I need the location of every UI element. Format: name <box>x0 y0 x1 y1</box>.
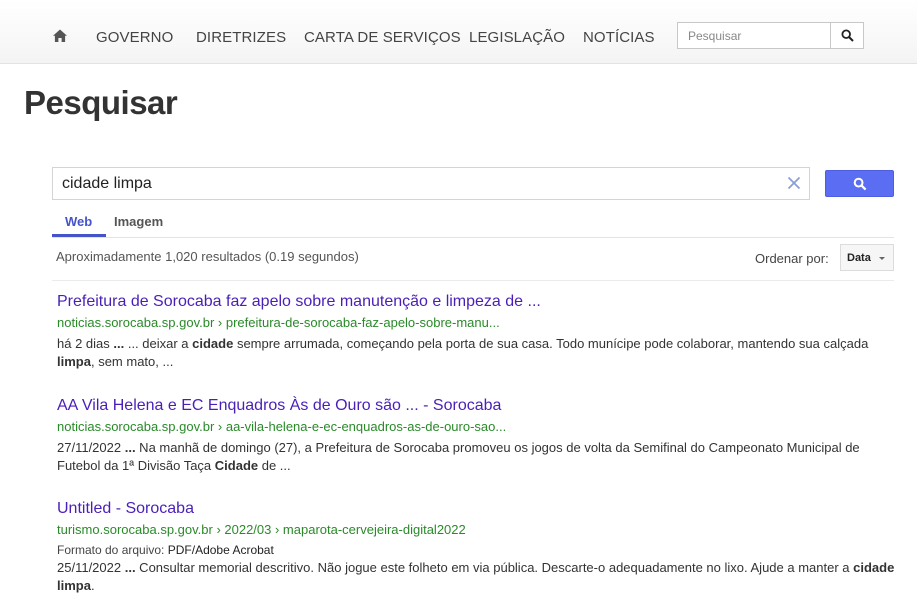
header-search <box>677 22 864 49</box>
search-box <box>52 167 810 200</box>
snippet-text: . <box>90 578 95 593</box>
snippet-highlight: cidade <box>192 336 234 351</box>
nav-noticias[interactable]: NOTÍCIAS <box>583 29 655 46</box>
snippet-text: ... deixar a <box>124 336 193 351</box>
snippet-highlight: ... <box>124 560 136 575</box>
search-input[interactable] <box>53 168 773 199</box>
file-format-label: Formato do arquivo: <box>57 543 165 557</box>
snippet-text: sempre arrumada, começando pela porta de… <box>233 336 869 351</box>
snippet-text: 25/11/2022 <box>57 560 125 575</box>
snippet-highlight: ... <box>113 336 125 351</box>
results-info: Aproximadamente 1,020 resultados (0.19 s… <box>56 249 359 264</box>
snippet-text: 27/11/2022 <box>57 440 125 455</box>
search-result: Prefeitura de Sorocaba faz apelo sobre m… <box>57 293 897 371</box>
sort-value: Data <box>847 252 871 264</box>
divider <box>52 280 894 281</box>
result-snippet: há 2 dias ... ... deixar a cidade sempre… <box>57 335 897 371</box>
result-url: noticias.sorocaba.sp.gov.br › prefeitura… <box>57 315 500 330</box>
snippet-highlight: Cidade <box>214 458 259 473</box>
result-title-link[interactable]: Untitled - Sorocaba <box>57 500 897 518</box>
snippet-text: , sem mato, ... <box>90 354 174 369</box>
file-format-value: PDF/Adobe Acrobat <box>167 543 274 557</box>
nav-legislacao[interactable]: LEGISLAÇÃO <box>469 29 565 46</box>
result-snippet: 25/11/2022 ... Consultar memorial descri… <box>57 559 897 595</box>
search-result: Untitled - Sorocaba turismo.sorocaba.sp.… <box>57 500 897 595</box>
snippet-text: Na manhã de domingo (27), a Prefeitura d… <box>57 440 860 473</box>
page-title: Pesquisar <box>24 84 178 121</box>
nav-governo[interactable]: GOVERNO <box>96 29 173 46</box>
result-url: turismo.sorocaba.sp.gov.br › 2022/03 › m… <box>57 522 466 537</box>
sort-label: Ordenar por: <box>755 251 829 266</box>
top-navigation-bar: GOVERNO DIRETRIZES CARTA DE SERVIÇOS LEG… <box>0 0 917 64</box>
nav-carta-de-servicos[interactable]: CARTA DE SERVIÇOS <box>304 29 461 46</box>
search-tabs: Web Imagem <box>52 210 894 238</box>
clear-icon[interactable] <box>785 174 803 192</box>
snippet-highlight: ... <box>124 440 136 455</box>
home-icon[interactable] <box>52 28 68 44</box>
result-title-link[interactable]: Prefeitura de Sorocaba faz apelo sobre m… <box>57 293 897 311</box>
result-title-link[interactable]: AA Vila Helena e EC Enquadros Às de Ouro… <box>57 397 897 415</box>
search-result: AA Vila Helena e EC Enquadros Às de Ouro… <box>57 397 897 475</box>
snippet-highlight: limpa <box>57 354 91 369</box>
header-search-button[interactable] <box>830 23 863 48</box>
result-url: noticias.sorocaba.sp.gov.br › aa-vila-he… <box>57 419 507 434</box>
tab-imagem[interactable]: Imagem <box>114 214 163 229</box>
sort-dropdown[interactable]: Data <box>840 244 894 271</box>
header-search-input[interactable] <box>678 23 832 48</box>
search-icon <box>853 177 866 190</box>
search-button[interactable] <box>825 170 894 197</box>
caret-down-icon <box>879 257 885 260</box>
snippet-text: há 2 dias <box>57 336 114 351</box>
tab-web[interactable]: Web <box>65 214 92 229</box>
search-icon <box>840 29 854 42</box>
nav-diretrizes[interactable]: DIRETRIZES <box>196 29 286 46</box>
active-tab-indicator <box>52 234 106 237</box>
snippet-text: Consultar memorial descritivo. Não jogue… <box>135 560 854 575</box>
snippet-text: de ... <box>258 458 291 473</box>
result-file-format: Formato do arquivo: PDF/Adobe Acrobat <box>57 543 897 557</box>
result-snippet: 27/11/2022 ... Na manhã de domingo (27),… <box>57 439 897 475</box>
